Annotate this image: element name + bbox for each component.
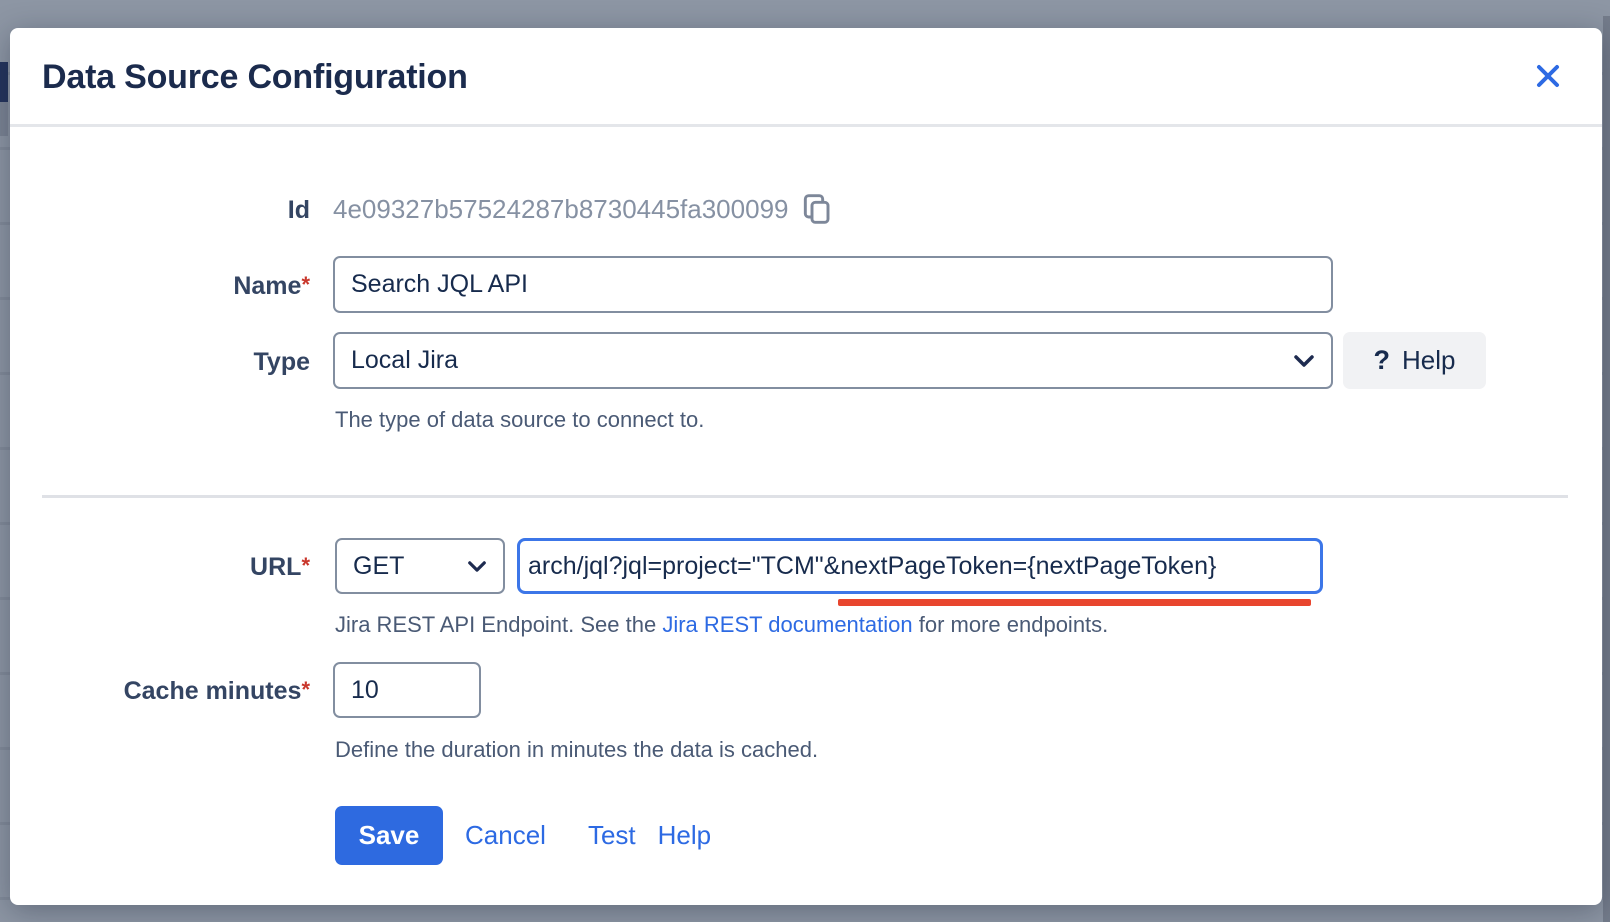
- url-helper-suffix: for more endpoints.: [913, 612, 1109, 637]
- cache-minutes-label-text: Cache minutes: [124, 677, 302, 705]
- id-label-text: Id: [288, 196, 310, 224]
- question-mark-icon: ?: [1374, 345, 1391, 376]
- name-input[interactable]: [333, 256, 1333, 313]
- copy-id-button[interactable]: [800, 193, 832, 225]
- test-button[interactable]: Test: [588, 820, 636, 851]
- type-selected-option: Local Jira: [351, 346, 458, 375]
- type-label-text: Type: [254, 348, 311, 376]
- close-button[interactable]: [1526, 54, 1570, 98]
- background-page-fragment: [0, 102, 8, 136]
- id-label: Id: [10, 196, 310, 225]
- url-label: URL*: [10, 553, 310, 582]
- jira-rest-documentation-link[interactable]: Jira REST documentation: [662, 612, 912, 637]
- id-value: 4e09327b57524287b8730445fa300099: [333, 193, 832, 225]
- cache-helper-text: Define the duration in minutes the data …: [335, 737, 818, 763]
- annotation-underline: [838, 599, 1311, 606]
- required-asterisk: *: [301, 272, 310, 297]
- help-link-button[interactable]: Help: [658, 820, 711, 851]
- name-label: Name*: [10, 272, 310, 301]
- http-method-select[interactable]: GET: [335, 538, 505, 594]
- url-helper-text: Jira REST API Endpoint. See the Jira RES…: [335, 612, 1108, 638]
- cache-minutes-input[interactable]: [333, 662, 481, 718]
- type-label: Type: [10, 348, 310, 377]
- required-asterisk: *: [301, 677, 310, 702]
- dialog-header: Data Source Configuration: [10, 28, 1602, 127]
- x-icon: [1533, 61, 1563, 91]
- dialog-actions: Save Cancel Test Help: [335, 806, 711, 865]
- url-input[interactable]: [517, 538, 1323, 594]
- section-divider: [42, 495, 1568, 498]
- required-asterisk: *: [301, 553, 310, 578]
- type-helper-text: The type of data source to connect to.: [335, 407, 704, 433]
- copy-icon: [800, 193, 832, 225]
- help-button-label: Help: [1402, 345, 1455, 376]
- type-select[interactable]: Local Jira: [333, 332, 1333, 389]
- id-value-text: 4e09327b57524287b8730445fa300099: [333, 194, 788, 225]
- save-button[interactable]: Save: [335, 806, 443, 865]
- background-page-edge: [1603, 16, 1610, 922]
- background-page-fragment: [0, 62, 8, 102]
- cancel-button[interactable]: Cancel: [465, 820, 546, 851]
- name-label-text: Name: [233, 272, 301, 300]
- cache-minutes-label: Cache minutes*: [10, 677, 310, 706]
- url-helper-prefix: Jira REST API Endpoint. See the: [335, 612, 662, 637]
- chevron-down-icon: [467, 560, 487, 573]
- dialog-title: Data Source Configuration: [42, 28, 468, 127]
- url-label-text: URL: [250, 553, 301, 581]
- chevron-down-icon: [1293, 354, 1315, 368]
- type-help-button[interactable]: ? Help: [1343, 332, 1486, 389]
- data-source-configuration-dialog: Data Source Configuration Id 4e09327b575…: [10, 28, 1602, 905]
- method-selected-option: GET: [353, 552, 404, 581]
